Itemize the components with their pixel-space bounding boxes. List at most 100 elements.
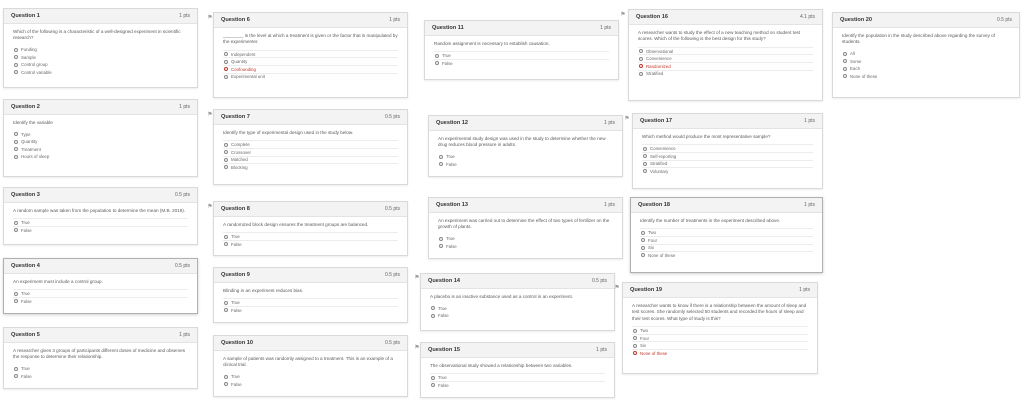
answer-option[interactable]: True bbox=[223, 373, 398, 381]
answer-option[interactable]: Some bbox=[842, 57, 1010, 65]
answer-option[interactable]: Convenience bbox=[638, 54, 813, 62]
radio-button[interactable] bbox=[224, 382, 228, 387]
flag-icon[interactable]: ⚑ bbox=[414, 344, 420, 352]
answer-option[interactable]: Quantity bbox=[13, 138, 188, 146]
answer-option[interactable]: Convenience bbox=[642, 144, 813, 152]
answer-option[interactable]: True bbox=[223, 232, 398, 240]
answer-option[interactable]: Two bbox=[632, 326, 808, 334]
radio-button[interactable] bbox=[224, 300, 228, 305]
answer-option[interactable]: False bbox=[223, 380, 398, 388]
radio-button[interactable] bbox=[435, 53, 439, 58]
radio-button[interactable] bbox=[633, 351, 637, 356]
radio-button[interactable] bbox=[14, 299, 18, 304]
flag-icon[interactable]: ⚑ bbox=[414, 274, 420, 282]
answer-option[interactable]: True bbox=[13, 365, 188, 373]
radio-button[interactable] bbox=[639, 71, 643, 76]
answer-option[interactable]: True bbox=[430, 373, 605, 381]
radio-button[interactable] bbox=[843, 66, 847, 71]
radio-button[interactable] bbox=[431, 375, 435, 380]
radio-button[interactable] bbox=[14, 47, 18, 52]
answer-option[interactable]: False bbox=[438, 160, 613, 168]
radio-button[interactable] bbox=[843, 59, 847, 64]
radio-button[interactable] bbox=[14, 291, 18, 296]
answer-option[interactable]: Matched bbox=[223, 155, 398, 164]
radio-button[interactable] bbox=[633, 336, 637, 341]
answer-option[interactable]: Quantity bbox=[223, 57, 398, 65]
answer-option[interactable]: False bbox=[13, 226, 188, 234]
answer-option[interactable]: False bbox=[434, 59, 609, 67]
answer-option[interactable]: False bbox=[13, 372, 188, 380]
radio-button[interactable] bbox=[633, 343, 637, 348]
answer-option[interactable]: None of these bbox=[842, 73, 1010, 81]
radio-button[interactable] bbox=[224, 150, 228, 155]
radio-button[interactable] bbox=[431, 383, 435, 388]
flag-icon[interactable]: ⚑ bbox=[624, 115, 630, 123]
answer-option[interactable]: False bbox=[438, 242, 613, 250]
radio-button[interactable] bbox=[643, 154, 647, 159]
radio-button[interactable] bbox=[224, 242, 228, 247]
radio-button[interactable] bbox=[641, 245, 645, 250]
answer-option[interactable]: Crossover bbox=[223, 148, 398, 156]
radio-button[interactable] bbox=[224, 157, 228, 162]
radio-button[interactable] bbox=[14, 139, 18, 144]
radio-button[interactable] bbox=[14, 147, 18, 152]
radio-button[interactable] bbox=[843, 74, 847, 79]
answer-option[interactable]: Control group bbox=[13, 61, 188, 69]
answer-option[interactable]: Six bbox=[632, 341, 808, 349]
radio-button[interactable] bbox=[224, 165, 228, 170]
answer-option[interactable]: None of these bbox=[640, 251, 813, 259]
answer-option[interactable]: False bbox=[223, 240, 398, 248]
answer-option[interactable]: True bbox=[434, 51, 609, 59]
radio-button[interactable] bbox=[643, 146, 647, 151]
answer-option[interactable]: Stratified bbox=[638, 69, 813, 78]
answer-option[interactable]: True bbox=[223, 298, 398, 306]
radio-button[interactable] bbox=[14, 132, 18, 137]
radio-button[interactable] bbox=[639, 49, 643, 54]
answer-option[interactable]: Six bbox=[640, 243, 813, 252]
answer-option[interactable]: Type bbox=[13, 130, 188, 138]
radio-button[interactable] bbox=[224, 374, 228, 379]
radio-button[interactable] bbox=[641, 230, 645, 235]
answer-option[interactable]: Voluntary bbox=[642, 167, 813, 175]
radio-button[interactable] bbox=[843, 51, 847, 56]
answer-option-selected[interactable]: None of these bbox=[632, 349, 808, 357]
answer-option[interactable]: Four bbox=[640, 236, 813, 244]
answer-option[interactable]: Independent bbox=[223, 49, 398, 58]
answer-option[interactable]: All bbox=[842, 50, 1010, 58]
radio-button[interactable] bbox=[643, 169, 647, 174]
radio-button[interactable] bbox=[14, 374, 18, 379]
answer-option[interactable]: Each bbox=[842, 65, 1010, 73]
answer-option[interactable]: Stratified bbox=[642, 159, 813, 168]
radio-button[interactable] bbox=[439, 154, 443, 159]
answer-option[interactable]: Observational bbox=[638, 46, 813, 55]
answer-option[interactable]: False bbox=[223, 306, 398, 314]
radio-button[interactable] bbox=[431, 306, 435, 311]
answer-option[interactable]: Complete bbox=[223, 140, 398, 148]
radio-button[interactable] bbox=[14, 366, 18, 371]
answer-option[interactable]: Hours of sleep bbox=[13, 153, 188, 161]
radio-button[interactable] bbox=[643, 161, 647, 166]
answer-option[interactable]: False bbox=[430, 381, 605, 389]
answer-option-selected[interactable]: Confounding bbox=[223, 65, 398, 73]
radio-button[interactable] bbox=[224, 59, 228, 64]
radio-button[interactable] bbox=[224, 234, 228, 239]
answer-option[interactable]: Treatment bbox=[13, 146, 188, 154]
answer-option-selected[interactable]: Randomized bbox=[638, 62, 813, 70]
answer-option[interactable]: False bbox=[13, 297, 188, 305]
answer-option[interactable]: Sample bbox=[13, 53, 188, 61]
radio-button[interactable] bbox=[431, 313, 435, 318]
flag-icon[interactable]: ⚑ bbox=[620, 11, 626, 19]
radio-button[interactable] bbox=[14, 62, 18, 67]
answer-option[interactable]: False bbox=[430, 312, 605, 320]
radio-button[interactable] bbox=[633, 328, 637, 333]
answer-option[interactable]: True bbox=[13, 218, 188, 226]
radio-button[interactable] bbox=[14, 55, 18, 60]
answer-option[interactable]: Two bbox=[640, 228, 813, 236]
flag-icon[interactable]: ⚑ bbox=[207, 14, 213, 22]
radio-button[interactable] bbox=[641, 253, 645, 258]
radio-button[interactable] bbox=[14, 228, 18, 233]
answer-option[interactable]: True bbox=[438, 235, 613, 243]
radio-button[interactable] bbox=[224, 52, 228, 57]
answer-option[interactable]: Control variable bbox=[13, 69, 188, 77]
radio-button[interactable] bbox=[224, 142, 228, 147]
